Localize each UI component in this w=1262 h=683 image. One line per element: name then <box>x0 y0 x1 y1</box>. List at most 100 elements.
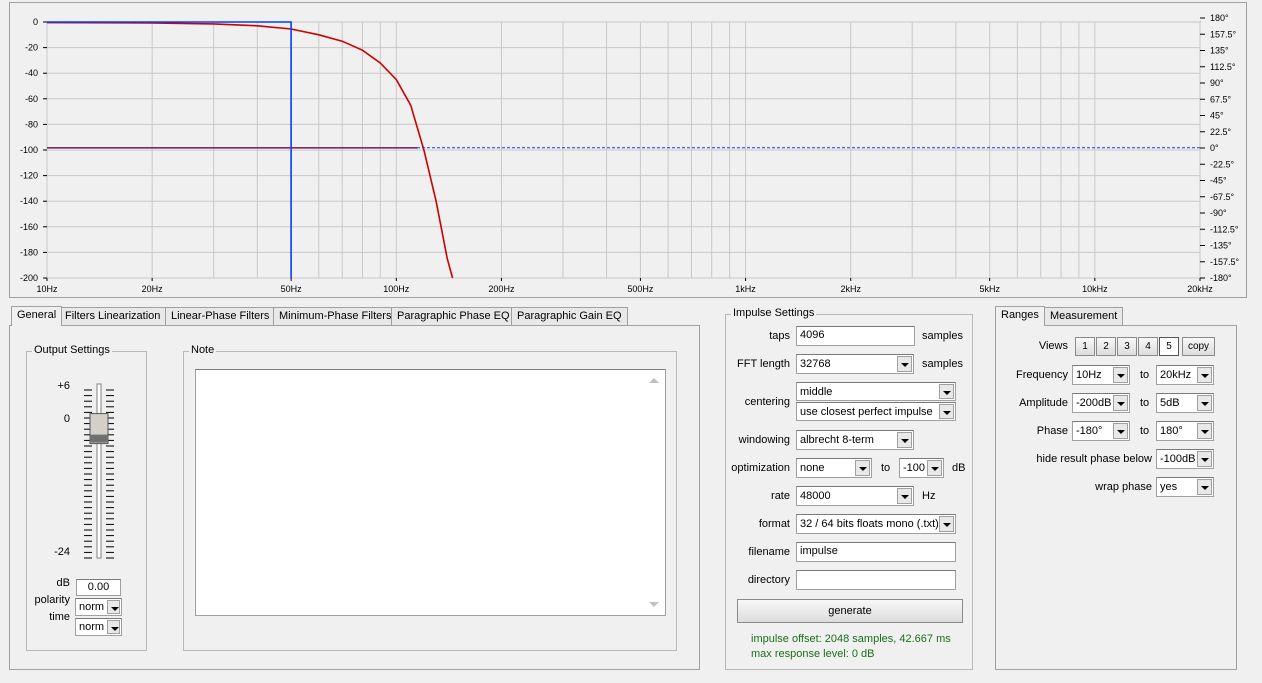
y2-tick-label: -67.5° <box>1210 192 1235 202</box>
phase-from-select[interactable]: -180° <box>1072 421 1130 441</box>
frequency-from-select[interactable]: 10Hz <box>1072 365 1130 385</box>
tab-paragraphic-gain-eq[interactable]: Paragraphic Gain EQ <box>511 307 628 325</box>
taps-field[interactable]: 4096 <box>796 326 915 346</box>
y2-tick-label: -90° <box>1210 208 1227 218</box>
amplitude-from-value: -200dB <box>1076 397 1112 409</box>
impulse-settings-title: Impulse Settings <box>731 307 817 319</box>
windowing-select[interactable]: albrecht 8-term <box>796 430 914 450</box>
tab-linear-phase-filters[interactable]: Linear-Phase Filters <box>165 307 276 325</box>
scroll-up-icon[interactable] <box>649 378 659 383</box>
x-tick-label: 10kHz <box>1082 284 1108 294</box>
x-tick-label: 50Hz <box>281 284 303 294</box>
chevron-down-icon <box>1113 395 1128 411</box>
taps-unit: samples <box>922 330 963 342</box>
view-button-3[interactable]: 3 <box>1117 337 1137 356</box>
y-tick-label: -180 <box>20 247 38 257</box>
y-tick-label: -80 <box>25 119 38 129</box>
phase-to-label: to <box>1140 425 1150 437</box>
chevron-down-icon <box>107 600 120 614</box>
centering-select[interactable]: middle <box>796 382 956 401</box>
view-button-2[interactable]: 2 <box>1096 337 1116 356</box>
chevron-down-icon <box>897 356 912 372</box>
view-button-4[interactable]: 4 <box>1138 337 1158 356</box>
y2-tick-label: 45° <box>1210 111 1224 121</box>
hide-phase-select[interactable]: -100dB <box>1156 449 1214 469</box>
x-tick-label: 2kHz <box>840 284 861 294</box>
wrap-phase-select[interactable]: yes <box>1156 477 1214 497</box>
y2-tick-label: -22.5° <box>1210 159 1235 169</box>
rate-select[interactable]: 48000 <box>796 486 914 506</box>
y-tick-label: -160 <box>20 222 38 232</box>
frequency-from-value: 10Hz <box>1076 369 1102 381</box>
optimization-label: optimization <box>731 462 790 474</box>
optimization-value: none <box>800 462 825 474</box>
y2-tick-label: 0° <box>1210 143 1219 153</box>
tab-general[interactable]: General <box>11 306 63 326</box>
output-gain-slider[interactable] <box>80 380 120 562</box>
response-graph[interactable]: 10Hz 20Hz 50Hz 100Hz 200Hz 500Hz 1kHz 2kHz 5kHz 1… <box>9 2 1247 298</box>
frequency-to-select[interactable]: 20kHz <box>1156 365 1214 385</box>
view-button-1[interactable]: 1 <box>1075 337 1095 356</box>
scroll-down-icon[interactable] <box>649 602 659 607</box>
tab-minimum-phase-filters[interactable]: Minimum-Phase Filters <box>273 307 398 325</box>
time-value: norm <box>79 621 105 633</box>
y-tick-label: -40 <box>25 68 38 78</box>
scale-top-label: +6 <box>57 380 70 392</box>
tab-ranges[interactable]: Ranges <box>995 306 1045 326</box>
copy-button[interactable]: copy <box>1182 337 1215 356</box>
chevron-down-icon <box>939 516 954 532</box>
rate-label: rate <box>771 490 790 502</box>
output-settings-title: Output Settings <box>32 344 112 356</box>
amplitude-to-select[interactable]: 5dB <box>1156 393 1214 413</box>
db-value-field[interactable]: 0.00 <box>76 579 121 596</box>
slider-thumb[interactable] <box>89 413 109 445</box>
phase-to-select[interactable]: 180° <box>1156 421 1214 441</box>
note-textarea[interactable] <box>195 369 666 616</box>
chevron-down-icon <box>939 384 954 399</box>
y-tick-label: -100 <box>20 145 38 155</box>
y2-tick-label: -157.5° <box>1210 257 1240 267</box>
tab-paragraphic-phase-eq[interactable]: Paragraphic Phase EQ <box>391 307 516 325</box>
chevron-down-icon <box>1113 367 1128 383</box>
x-tick-label: 5kHz <box>979 284 1000 294</box>
fft-length-select[interactable]: 32768 <box>796 354 914 374</box>
time-select[interactable]: norm <box>75 618 122 636</box>
directory-label: directory <box>747 574 790 586</box>
y2-tick-label: 180° <box>1210 13 1229 23</box>
tab-filters-linearization[interactable]: Filters Linearization <box>59 307 167 325</box>
frequency-to-label: to <box>1140 369 1150 381</box>
y2-tick-label: 157.5° <box>1210 29 1237 39</box>
y2-tick-label: 67.5° <box>1210 94 1232 104</box>
amplitude-to-value: 5dB <box>1160 397 1180 409</box>
generate-button[interactable]: generate <box>737 599 963 623</box>
hide-phase-label: hide result phase below <box>1036 453 1152 465</box>
chevron-down-icon <box>939 404 954 419</box>
taps-label: taps <box>769 330 790 342</box>
y2-tick-label: 22.5° <box>1210 127 1232 137</box>
y2-tick-label: -112.5° <box>1210 224 1239 234</box>
view-button-5[interactable]: 5 <box>1159 337 1179 356</box>
polarity-select[interactable]: norm <box>75 598 122 616</box>
y2-tick-label: -45° <box>1210 176 1227 186</box>
directory-field[interactable] <box>796 570 956 590</box>
polarity-label: polarity <box>34 594 70 606</box>
time-label: time <box>49 611 70 623</box>
optimization-to-select[interactable]: -100 <box>899 458 944 478</box>
y-tick-label: 0 <box>33 17 38 27</box>
filename-field[interactable]: impulse <box>796 542 956 562</box>
chevron-down-icon <box>897 432 912 448</box>
max-response-info: max response level: 0 dB <box>751 648 875 660</box>
y-tick-label: -60 <box>25 94 38 104</box>
amplitude-from-select[interactable]: -200dB <box>1072 393 1130 413</box>
y2-tick-label: -135° <box>1210 241 1232 251</box>
chevron-down-icon <box>1113 423 1128 439</box>
db-label: dB <box>56 577 70 589</box>
format-select[interactable]: 32 / 64 bits floats mono (.txt) <box>796 514 956 534</box>
tab-measurement[interactable]: Measurement <box>1044 307 1124 325</box>
frequency-label: Frequency <box>1016 369 1068 381</box>
chevron-down-icon <box>1197 451 1212 467</box>
amplitude-to-label: to <box>1140 397 1150 409</box>
optimization-select[interactable]: none <box>796 458 872 478</box>
phase-label: Phase <box>1036 425 1068 437</box>
centering-mode-select[interactable]: use closest perfect impulse <box>796 402 956 421</box>
